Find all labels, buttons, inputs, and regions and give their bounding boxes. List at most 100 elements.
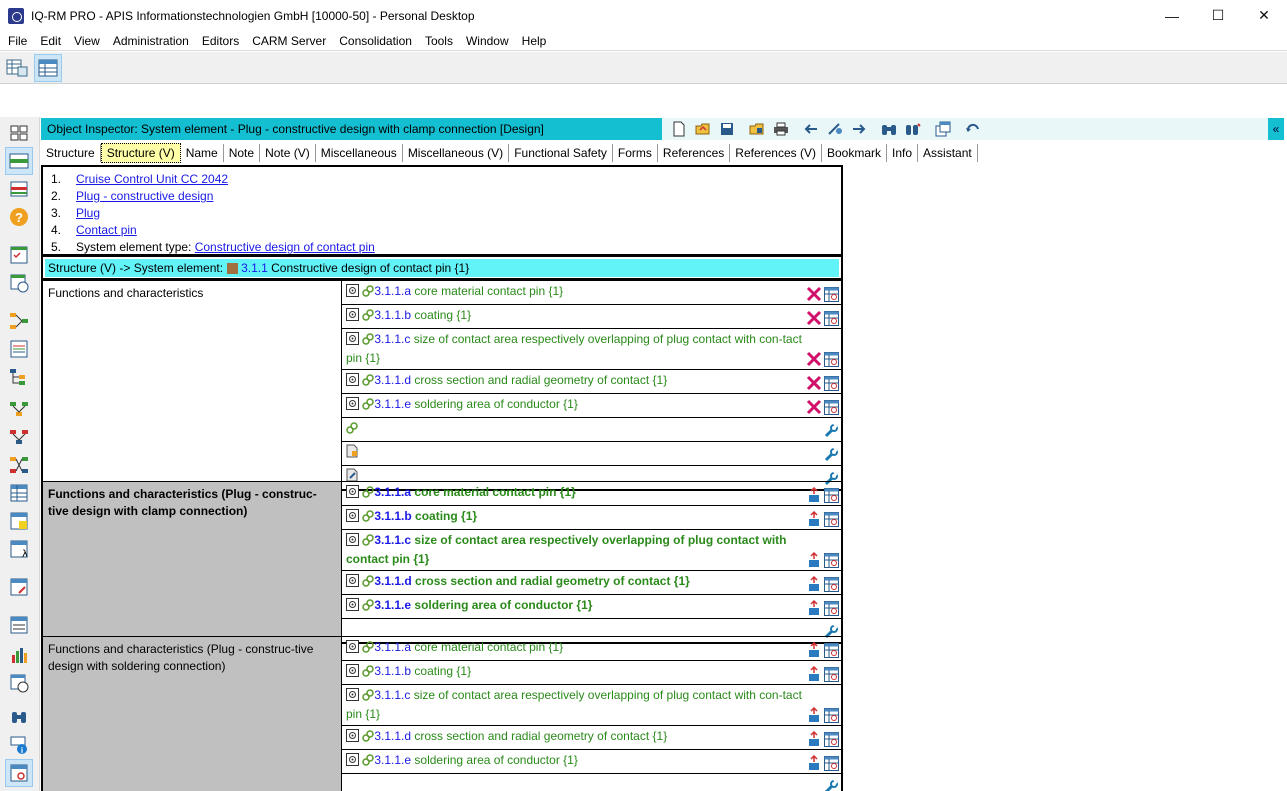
function-row[interactable]: 3.1.1.d cross section and radial geometr… bbox=[342, 370, 841, 394]
function-row[interactable]: 3.1.1.e soldering area of conductor {1} bbox=[342, 595, 841, 619]
table-icon[interactable] bbox=[5, 479, 33, 507]
open-table-icon[interactable] bbox=[823, 310, 839, 326]
open-table-icon[interactable] bbox=[823, 731, 839, 747]
breadcrumb-link[interactable]: Constructive design of contact pin bbox=[195, 239, 375, 256]
delete-icon[interactable] bbox=[806, 310, 822, 326]
function-number[interactable]: 3.1.1.d bbox=[374, 574, 411, 588]
move-up-icon[interactable] bbox=[806, 642, 822, 658]
open-table-icon[interactable] bbox=[823, 707, 839, 723]
menu-consolidation[interactable]: Consolidation bbox=[332, 34, 418, 48]
structure-tree-icon[interactable] bbox=[5, 175, 33, 203]
print-icon[interactable] bbox=[770, 120, 792, 138]
bar-chart-icon[interactable] bbox=[5, 641, 33, 669]
menu-help[interactable]: Help bbox=[515, 34, 553, 48]
table-lambda-icon[interactable]: λ bbox=[5, 535, 33, 563]
function-row[interactable]: 3.1.1.d cross section and radial geometr… bbox=[342, 726, 841, 750]
minimize-button[interactable]: — bbox=[1149, 0, 1195, 31]
tab-references[interactable]: References bbox=[658, 144, 731, 162]
tab-miscellaneous[interactable]: Miscellaneous bbox=[316, 144, 403, 162]
function-row[interactable]: 3.1.1.c size of contact area respectivel… bbox=[342, 530, 841, 571]
open-table-icon[interactable] bbox=[823, 351, 839, 367]
checklist-icon[interactable] bbox=[5, 241, 33, 269]
navigate-icon[interactable] bbox=[824, 120, 846, 138]
tab-assistant[interactable]: Assistant bbox=[918, 144, 978, 162]
function-row[interactable]: 3.1.1.b coating {1} bbox=[342, 661, 841, 685]
move-up-icon[interactable] bbox=[806, 600, 822, 616]
back-arrow-icon[interactable] bbox=[800, 120, 822, 138]
tab-structure[interactable]: Structure bbox=[41, 144, 101, 162]
function-row[interactable]: 3.1.1.b coating {1} bbox=[342, 506, 841, 530]
open-table-icon[interactable] bbox=[823, 600, 839, 616]
open-table-icon[interactable] bbox=[823, 399, 839, 415]
new-document-icon[interactable] bbox=[668, 120, 690, 138]
function-number[interactable]: 3.1.1.e bbox=[374, 397, 411, 411]
tab-references-v[interactable]: References (V) bbox=[730, 144, 822, 162]
menu-file[interactable]: File bbox=[0, 34, 33, 48]
function-number[interactable]: 3.1.1.e bbox=[374, 753, 411, 767]
open-table-icon[interactable] bbox=[823, 511, 839, 527]
function-number[interactable]: 3.1.1.a bbox=[374, 485, 411, 499]
function-text[interactable]: size of contact area respectively overla… bbox=[346, 533, 786, 566]
info-icon[interactable]: i bbox=[5, 731, 33, 759]
tab-miscellaneous-v[interactable]: Miscellaneous (V) bbox=[403, 144, 510, 162]
function-number[interactable]: 3.1.1.b bbox=[374, 308, 411, 322]
function-text[interactable]: soldering area of conductor {1} bbox=[414, 753, 577, 767]
tab-note-v[interactable]: Note (V) bbox=[260, 144, 316, 162]
function-number[interactable]: 3.1.1.b bbox=[374, 509, 411, 523]
function-number[interactable]: 3.1.1.c bbox=[374, 533, 411, 547]
open-folder-icon[interactable] bbox=[692, 120, 714, 138]
open-table-icon[interactable] bbox=[823, 642, 839, 658]
function-row[interactable]: 3.1.1.d cross section and radial geometr… bbox=[342, 571, 841, 595]
menu-administration[interactable]: Administration bbox=[106, 34, 195, 48]
search-binoculars-icon[interactable] bbox=[878, 120, 900, 138]
function-number[interactable]: 3.1.1.d bbox=[374, 373, 411, 387]
open-table-icon[interactable] bbox=[823, 755, 839, 771]
add-item-icon[interactable] bbox=[346, 444, 358, 463]
tab-functional-safety[interactable]: Functional Safety bbox=[509, 144, 613, 162]
open-table-icon[interactable] bbox=[823, 375, 839, 391]
function-row[interactable]: 3.1.1.c size of contact area respectivel… bbox=[342, 685, 841, 726]
list-view-icon[interactable] bbox=[5, 335, 33, 363]
forward-arrow-icon[interactable] bbox=[848, 120, 870, 138]
open-table-icon[interactable] bbox=[823, 487, 839, 503]
function-row[interactable]: 3.1.1.b coating {1} bbox=[342, 305, 841, 329]
tab-forms[interactable]: Forms bbox=[613, 144, 658, 162]
table-clock-icon[interactable] bbox=[5, 669, 33, 697]
empty-action-row[interactable] bbox=[342, 774, 841, 791]
function-text[interactable]: core material contact pin {1} bbox=[414, 284, 563, 298]
breadcrumb-link[interactable]: Contact pin bbox=[76, 222, 137, 239]
function-row[interactable]: 3.1.1.e soldering area of conductor {1} bbox=[342, 750, 841, 774]
function-text[interactable]: coating {1} bbox=[414, 664, 471, 678]
help-icon[interactable]: ? bbox=[5, 203, 33, 231]
function-row[interactable]: 3.1.1.a core material contact pin {1} bbox=[342, 482, 841, 506]
collapse-panel-button[interactable]: « bbox=[1268, 118, 1284, 140]
maximize-button[interactable]: ☐ bbox=[1195, 0, 1241, 31]
menu-carm-server[interactable]: CARM Server bbox=[245, 34, 332, 48]
window-copy-icon[interactable] bbox=[932, 120, 954, 138]
move-up-icon[interactable] bbox=[806, 666, 822, 682]
close-button[interactable]: ✕ bbox=[1241, 0, 1287, 31]
menu-editors[interactable]: Editors bbox=[195, 34, 245, 48]
function-row[interactable]: 3.1.1.c size of contact area respectivel… bbox=[342, 329, 841, 370]
table-view-icon[interactable] bbox=[34, 53, 62, 82]
binoculars-icon[interactable] bbox=[5, 703, 33, 731]
function-text[interactable]: soldering area of conductor {1} bbox=[414, 598, 592, 612]
function-number[interactable]: 3.1.1.a bbox=[374, 640, 411, 654]
menu-edit[interactable]: Edit bbox=[33, 34, 67, 48]
object-inspector-icon[interactable] bbox=[5, 759, 33, 787]
checklist-clock-icon[interactable] bbox=[5, 269, 33, 297]
tab-info[interactable]: Info bbox=[887, 144, 919, 162]
open-table-icon[interactable] bbox=[823, 552, 839, 568]
table-list-icon[interactable] bbox=[5, 611, 33, 639]
function-text[interactable]: size of contact area respectively overla… bbox=[346, 688, 802, 721]
tab-structure-v[interactable]: Structure (V) bbox=[100, 143, 181, 163]
wrench-icon[interactable] bbox=[823, 779, 839, 791]
function-text[interactable]: coating {1} bbox=[415, 509, 477, 523]
move-up-icon[interactable] bbox=[806, 755, 822, 771]
function-text[interactable]: core material contact pin {1} bbox=[414, 640, 563, 654]
menu-window[interactable]: Window bbox=[459, 34, 515, 48]
delete-icon[interactable] bbox=[806, 286, 822, 302]
function-number[interactable]: 3.1.1.d bbox=[374, 729, 411, 743]
function-text[interactable]: soldering area of conductor {1} bbox=[414, 397, 577, 411]
function-text[interactable]: cross section and radial geometry of con… bbox=[415, 574, 690, 588]
